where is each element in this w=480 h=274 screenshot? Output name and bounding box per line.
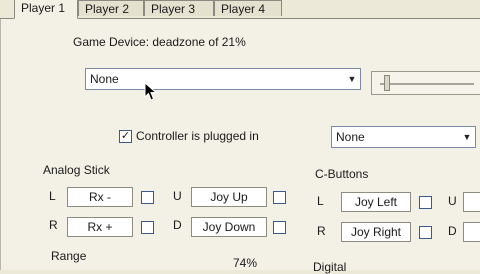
tab-player-1[interactable]: Player 1 bbox=[14, 0, 78, 19]
analog-left-field[interactable]: Rx - bbox=[67, 187, 133, 207]
c-down-label: D bbox=[448, 224, 457, 238]
analog-right-field[interactable]: Rx + bbox=[67, 217, 133, 237]
c-left-label: L bbox=[317, 194, 324, 208]
chevron-down-icon[interactable]: ▼ bbox=[344, 69, 360, 89]
analog-up-field[interactable]: Joy Up bbox=[191, 187, 267, 207]
c-up-field[interactable] bbox=[463, 192, 480, 212]
analog-up-checkbox[interactable] bbox=[273, 191, 286, 204]
tab-player-3[interactable]: Player 3 bbox=[144, 0, 214, 16]
analog-left-checkbox[interactable] bbox=[141, 191, 154, 204]
c-left-field[interactable]: Joy Left bbox=[341, 192, 411, 212]
check-icon: ✓ bbox=[120, 130, 131, 142]
analog-right-checkbox[interactable] bbox=[141, 221, 154, 234]
digital-title: Digital bbox=[313, 260, 347, 274]
analog-down-checkbox[interactable] bbox=[273, 221, 286, 234]
slider-track bbox=[380, 83, 474, 85]
tab-strip: Player 1 Player 2 Player 3 Player 4 bbox=[0, 0, 480, 19]
analog-stick-title: Analog Stick bbox=[43, 163, 110, 177]
tab-player-4[interactable]: Player 4 bbox=[214, 0, 282, 16]
c-right-checkbox[interactable] bbox=[419, 226, 432, 239]
analog-right-label: R bbox=[49, 218, 58, 232]
game-device-select[interactable]: None ▼ bbox=[85, 68, 361, 90]
c-buttons-title: C-Buttons bbox=[315, 167, 369, 181]
c-right-field[interactable]: Joy Right bbox=[341, 222, 411, 242]
slider-thumb[interactable] bbox=[384, 75, 390, 91]
plugin-select[interactable]: None ▼ bbox=[331, 126, 476, 148]
range-value: 74% bbox=[233, 256, 258, 270]
c-up-label: U bbox=[448, 194, 457, 208]
plugged-in-checkbox[interactable]: ✓ bbox=[119, 130, 132, 143]
c-right-label: R bbox=[317, 224, 326, 238]
analog-down-field[interactable]: Joy Down bbox=[191, 217, 267, 237]
game-device-label: Game Device: deadzone of 21% bbox=[73, 35, 246, 49]
plugin-selected-value: None bbox=[336, 130, 365, 144]
analog-up-label: U bbox=[173, 189, 182, 203]
c-left-checkbox[interactable] bbox=[419, 196, 432, 209]
player-settings-panel: Game Device: deadzone of 21% None ▼ ✓ Co… bbox=[0, 19, 480, 274]
tab-player-2[interactable]: Player 2 bbox=[78, 0, 144, 16]
c-down-field[interactable] bbox=[463, 222, 480, 242]
plugged-in-label: Controller is plugged in bbox=[136, 129, 259, 143]
game-device-selected-value: None bbox=[90, 72, 119, 86]
chevron-down-icon[interactable]: ▼ bbox=[459, 127, 475, 147]
range-label: Range bbox=[51, 249, 87, 263]
analog-down-label: D bbox=[173, 218, 182, 232]
mouse-cursor-icon bbox=[144, 82, 158, 101]
deadzone-slider[interactable] bbox=[371, 71, 480, 95]
analog-left-label: L bbox=[49, 189, 56, 203]
